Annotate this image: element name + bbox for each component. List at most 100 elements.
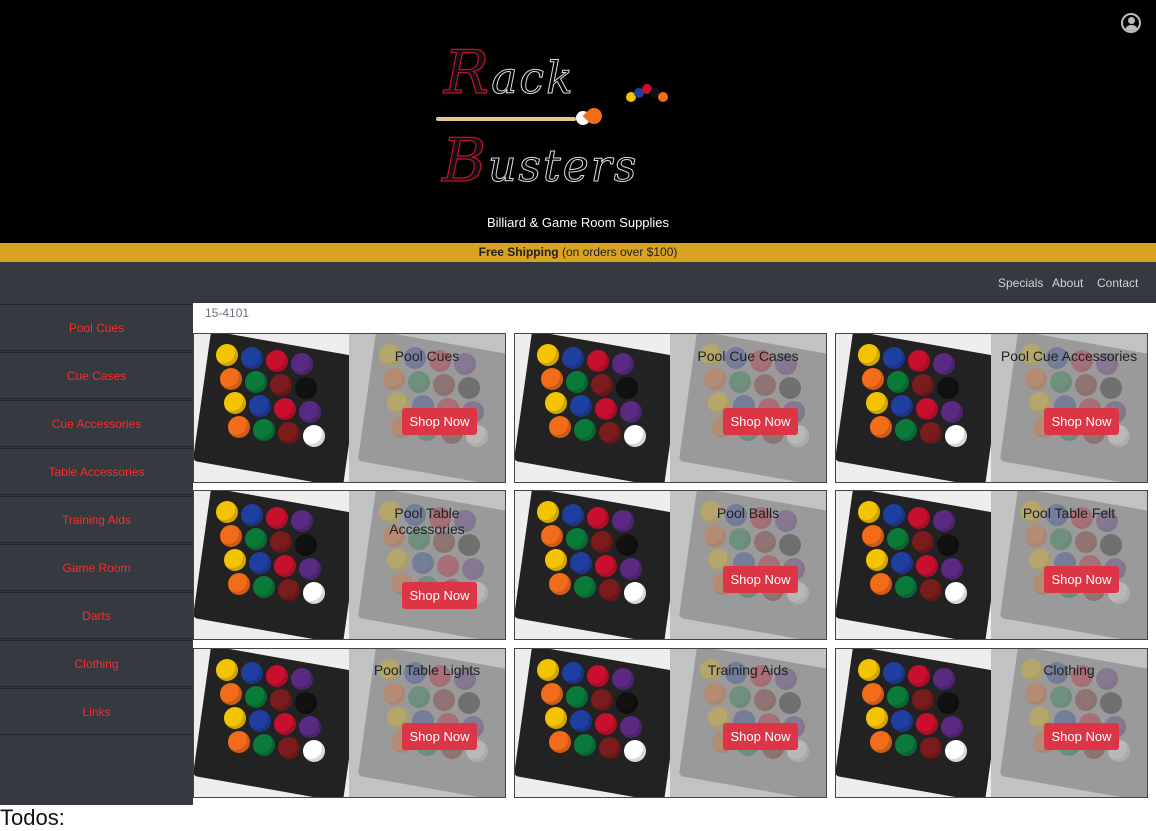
category-card-pool-table-felt[interactable]: Pool Table Felt Shop Now <box>835 490 1148 640</box>
shop-now-button[interactable]: Shop Now <box>402 723 477 750</box>
billiard-ball <box>912 689 934 711</box>
shop-now-button[interactable]: Shop Now <box>1044 566 1119 593</box>
billiard-ball <box>433 374 455 396</box>
billiard-ball <box>249 552 271 574</box>
sidebar-item-cue-cases[interactable]: Cue Cases <box>0 352 193 399</box>
billiard-ball <box>274 398 296 420</box>
billiard-ball <box>383 683 405 705</box>
pool-balls-image <box>515 649 683 797</box>
card-title: Pool Table Accessories <box>389 505 465 537</box>
billiard-ball <box>887 686 909 708</box>
billiard-ball <box>249 395 271 417</box>
shop-now-button[interactable]: Shop Now <box>402 582 477 609</box>
billiard-ball <box>941 401 963 423</box>
billiard-ball <box>458 692 480 714</box>
rack-busters-logo[interactable]: Rack Busters <box>430 37 680 198</box>
nav-about[interactable]: About <box>1052 276 1083 290</box>
sidebar-item-darts[interactable]: Darts <box>0 592 193 639</box>
todos-text: Todos: <box>0 805 65 830</box>
billiard-ball <box>933 510 955 532</box>
pool-balls-image <box>836 334 1004 482</box>
breadcrumb: 15-4101 <box>205 306 250 320</box>
billiard-ball <box>241 662 263 684</box>
billiard-ball <box>1075 689 1097 711</box>
category-card-training-aids[interactable]: Training Aids Shop Now <box>514 648 827 798</box>
shop-now-button[interactable]: Shop Now <box>723 566 798 593</box>
billiard-ball <box>278 579 300 601</box>
billiard-ball <box>224 549 246 571</box>
shop-now-button[interactable]: Shop Now <box>723 723 798 750</box>
card-title: Clothing <box>1043 662 1095 678</box>
billiard-ball <box>599 579 621 601</box>
card-title: Pool Table Felt <box>1022 505 1116 521</box>
shop-now-button[interactable]: Shop Now <box>1044 723 1119 750</box>
sidebar-item-pool-cues[interactable]: Pool Cues <box>0 304 193 351</box>
billiard-ball <box>616 692 638 714</box>
category-card-pool-cue-accessories[interactable]: Pool Cue Accessories Shop Now <box>835 333 1148 483</box>
billiard-ball <box>883 504 905 526</box>
billiard-ball <box>620 558 642 580</box>
shop-now-button[interactable]: Shop Now <box>723 408 798 435</box>
billiard-ball <box>270 531 292 553</box>
site-header: Rack Busters Billiard & Game Room Suppli… <box>0 0 1156 243</box>
category-sidebar: Pool Cues Cue Cases Cue Accessories Tabl… <box>0 303 193 805</box>
billiard-ball <box>599 422 621 444</box>
nav-contact[interactable]: Contact <box>1097 276 1138 290</box>
billiard-ball <box>458 534 480 556</box>
billiard-ball <box>729 686 751 708</box>
billiard-ball <box>299 716 321 738</box>
billiard-ball <box>908 665 930 687</box>
billiard-ball <box>266 665 288 687</box>
billiard-ball <box>616 377 638 399</box>
category-card-pool-balls[interactable]: Pool Balls Shop Now <box>514 490 827 640</box>
billiard-ball <box>241 504 263 526</box>
sidebar-item-game-room[interactable]: Game Room <box>0 544 193 591</box>
user-circle-icon[interactable] <box>1121 13 1141 33</box>
billiard-ball <box>228 573 250 595</box>
billiard-ball <box>612 353 634 375</box>
sidebar-item-training-aids[interactable]: Training Aids <box>0 496 193 543</box>
billiard-ball <box>916 713 938 735</box>
category-card-pool-cue-cases[interactable]: Pool Cue Cases Shop Now <box>514 333 827 483</box>
sidebar-item-clothing[interactable]: Clothing <box>0 640 193 687</box>
category-card-pool-cues[interactable]: Pool Cues Shop Now <box>193 333 506 483</box>
billiard-ball <box>220 683 242 705</box>
billiard-ball <box>945 740 967 762</box>
pool-balls-image <box>194 649 362 797</box>
top-navbar: Specials About Contact <box>0 262 1156 303</box>
billiard-ball <box>587 507 609 529</box>
billiard-ball <box>274 555 296 577</box>
billiard-ball <box>891 552 913 574</box>
billiard-ball <box>291 510 313 532</box>
billiard-ball <box>616 534 638 556</box>
billiard-ball <box>566 686 588 708</box>
shop-now-button[interactable]: Shop Now <box>1044 408 1119 435</box>
billiard-ball <box>595 713 617 735</box>
category-card-clothing[interactable]: Clothing Shop Now <box>835 648 1148 798</box>
category-card-pool-table-lights[interactable]: Pool Table Lights Shop Now <box>193 648 506 798</box>
billiard-ball <box>266 350 288 372</box>
billiard-ball <box>933 668 955 690</box>
billiard-ball <box>920 422 942 444</box>
nav-specials[interactable]: Specials <box>998 276 1043 290</box>
billiard-ball <box>295 377 317 399</box>
billiard-ball <box>870 731 892 753</box>
sidebar-item-cue-accessories[interactable]: Cue Accessories <box>0 400 193 447</box>
billiard-ball <box>1050 528 1072 550</box>
billiard-ball <box>862 683 884 705</box>
billiard-ball <box>916 398 938 420</box>
billiard-ball <box>912 374 934 396</box>
pool-balls-image <box>836 491 1004 639</box>
billiard-ball <box>754 689 776 711</box>
billiard-ball <box>591 531 613 553</box>
category-card-pool-table-accessories[interactable]: Pool Table Accessories Shop Now <box>193 490 506 640</box>
pool-balls-image <box>515 491 683 639</box>
billiard-ball <box>1075 374 1097 396</box>
pool-balls-image <box>836 649 1004 797</box>
billiard-ball <box>562 662 584 684</box>
billiard-ball <box>537 659 559 681</box>
sidebar-item-table-accessories[interactable]: Table Accessories <box>0 448 193 495</box>
sidebar-item-links[interactable]: Links <box>0 688 193 735</box>
shop-now-button[interactable]: Shop Now <box>402 408 477 435</box>
billiard-ball <box>620 401 642 423</box>
